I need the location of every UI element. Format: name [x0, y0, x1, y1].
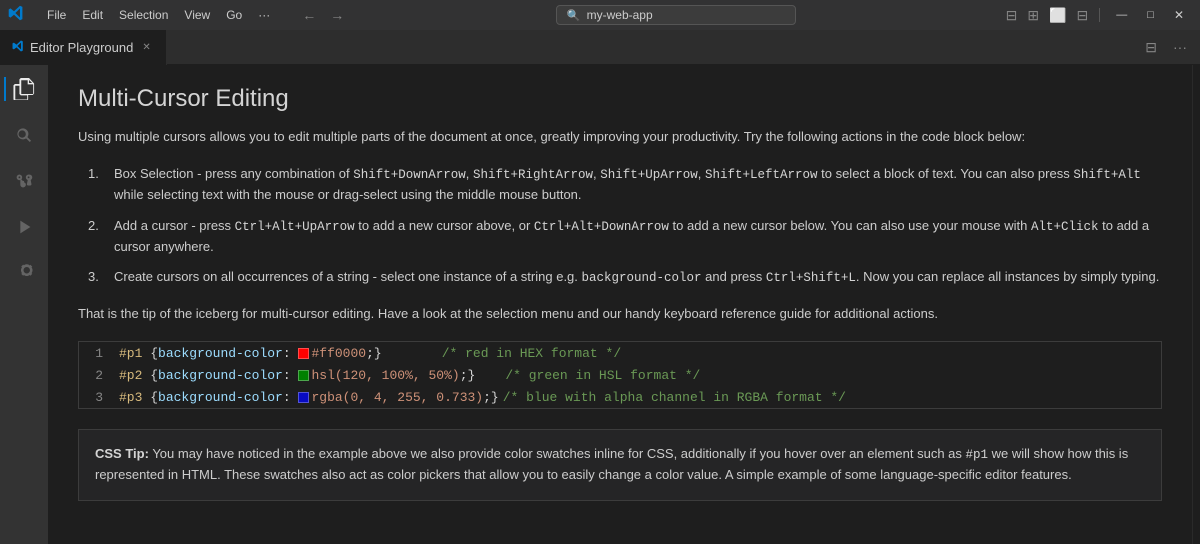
- activity-item-run[interactable]: [4, 207, 44, 247]
- menu-file[interactable]: File: [40, 5, 73, 25]
- tip-box-text-1: You may have noticed in the example abov…: [149, 446, 966, 461]
- menu-go[interactable]: Go: [219, 5, 249, 25]
- layout-icon-3[interactable]: ⬜: [1046, 7, 1069, 24]
- css-tip-box: CSS Tip: You may have noticed in the exa…: [78, 429, 1162, 501]
- tab-label: Editor Playground: [30, 40, 133, 55]
- activity-item-explorer[interactable]: [4, 69, 44, 109]
- key-shift-right: Shift+RightArrow: [473, 168, 593, 182]
- line-num-2: 2: [79, 368, 119, 383]
- list-item-1: 1. Box Selection - press any combination…: [88, 164, 1162, 206]
- vscode-logo: [8, 5, 24, 26]
- menu-bar: File Edit Selection View Go ···: [40, 5, 277, 25]
- search-area: 🔍 my-web-app: [361, 5, 990, 25]
- key-shift-up: Shift+UpArrow: [600, 168, 698, 182]
- code-content-3: #p3 {background-color: rgba(0, 4, 255, 0…: [119, 390, 846, 405]
- code-block[interactable]: 1 #p1 {background-color: #ff0000;}/* red…: [78, 341, 1162, 409]
- split-editor-button[interactable]: ⊟: [1140, 37, 1162, 58]
- line-num-1: 1: [79, 346, 119, 361]
- menu-edit[interactable]: Edit: [75, 5, 110, 25]
- tabbar-actions: ⊟ ···: [1140, 37, 1200, 58]
- tip-paragraph: That is the tip of the iceberg for multi…: [78, 304, 1162, 325]
- maximize-button[interactable]: □: [1139, 7, 1162, 23]
- nav-back-button[interactable]: ←: [297, 5, 321, 25]
- search-value: my-web-app: [587, 8, 653, 22]
- minimize-button[interactable]: —: [1108, 7, 1135, 23]
- nav-forward-button[interactable]: →: [325, 5, 349, 25]
- more-actions-button[interactable]: ···: [1168, 37, 1192, 57]
- page-title: Multi-Cursor Editing: [78, 85, 1162, 113]
- tip-code-p1: #p1: [966, 448, 989, 462]
- nav-buttons: ← →: [297, 5, 349, 25]
- tabbar: Editor Playground ✕ ⊟ ···: [0, 30, 1200, 65]
- color-swatch-2: [298, 370, 309, 381]
- code-content-1: #p1 {background-color: #ff0000;}/* red i…: [119, 346, 621, 361]
- window-actions: ⊟ ⊞ ⬜ ⊟ — □ ✕: [1003, 6, 1192, 24]
- titlebar: File Edit Selection View Go ··· ← → 🔍 my…: [0, 0, 1200, 30]
- list-item-1-text: Box Selection - press any combination of…: [114, 164, 1162, 206]
- code-selector-1: #p1: [119, 346, 150, 361]
- color-swatch-1: [298, 348, 309, 359]
- main-layout: Multi-Cursor Editing Using multiple curs…: [0, 65, 1200, 544]
- content-area[interactable]: Multi-Cursor Editing Using multiple curs…: [48, 65, 1192, 544]
- key-alt-click: Alt+Click: [1031, 220, 1099, 234]
- tab-vscode-icon: [12, 40, 24, 55]
- editor-tab[interactable]: Editor Playground ✕: [0, 30, 167, 65]
- key-shift-alt: Shift+Alt: [1073, 168, 1141, 182]
- win-divider: [1099, 8, 1100, 22]
- list-item-3-text: Create cursors on all occurrences of a s…: [114, 267, 1159, 288]
- layout-icon-2[interactable]: ⊞: [1024, 7, 1042, 24]
- menu-view[interactable]: View: [177, 5, 217, 25]
- list-number-2: 2.: [88, 216, 108, 258]
- list-item-2: 2. Add a cursor - press Ctrl+Alt+UpArrow…: [88, 216, 1162, 258]
- color-swatch-3: [298, 392, 309, 403]
- key-background-color: background-color: [582, 271, 702, 285]
- code-selector-2: #p2: [119, 368, 150, 383]
- code-line-3: 3 #p3 {background-color: rgba(0, 4, 255,…: [79, 386, 1161, 408]
- key-ctrl-shift-l: Ctrl+Shift+L: [766, 271, 856, 285]
- intro-paragraph: Using multiple cursors allows you to edi…: [78, 127, 1162, 148]
- list-item-2-text: Add a cursor - press Ctrl+Alt+UpArrow to…: [114, 216, 1162, 258]
- layout-icon-1[interactable]: ⊟: [1003, 7, 1021, 24]
- key-ctrl-alt-up: Ctrl+Alt+UpArrow: [235, 220, 355, 234]
- search-box[interactable]: 🔍 my-web-app: [556, 5, 796, 25]
- tip-box-label: CSS Tip:: [95, 446, 149, 461]
- activity-item-scm[interactable]: [4, 161, 44, 201]
- key-ctrl-alt-down: Ctrl+Alt+DownArrow: [534, 220, 669, 234]
- menu-selection[interactable]: Selection: [112, 5, 175, 25]
- key-shift-left: Shift+LeftArrow: [705, 168, 818, 182]
- code-selector-3: #p3: [119, 390, 150, 405]
- layout-icon-4[interactable]: ⊟: [1074, 7, 1092, 24]
- list-number-1: 1.: [88, 164, 108, 206]
- activity-item-extensions[interactable]: [4, 253, 44, 293]
- minimap: [1192, 65, 1200, 544]
- close-button[interactable]: ✕: [1166, 6, 1192, 24]
- activity-bar: [0, 65, 48, 544]
- code-content-2: #p2 {background-color: hsl(120, 100%, 50…: [119, 368, 700, 383]
- key-shift-down: Shift+DownArrow: [353, 168, 466, 182]
- tab-close-button[interactable]: ✕: [139, 41, 153, 54]
- list-number-3: 3.: [88, 267, 108, 288]
- code-line-2: 2 #p2 {background-color: hsl(120, 100%, …: [79, 364, 1161, 386]
- list-item-3: 3. Create cursors on all occurrences of …: [88, 267, 1162, 288]
- menu-more[interactable]: ···: [251, 5, 277, 25]
- activity-item-search[interactable]: [4, 115, 44, 155]
- instructions-list: 1. Box Selection - press any combination…: [78, 164, 1162, 289]
- line-num-3: 3: [79, 390, 119, 405]
- search-icon: 🔍: [567, 9, 581, 22]
- code-line-1: 1 #p1 {background-color: #ff0000;}/* red…: [79, 342, 1161, 364]
